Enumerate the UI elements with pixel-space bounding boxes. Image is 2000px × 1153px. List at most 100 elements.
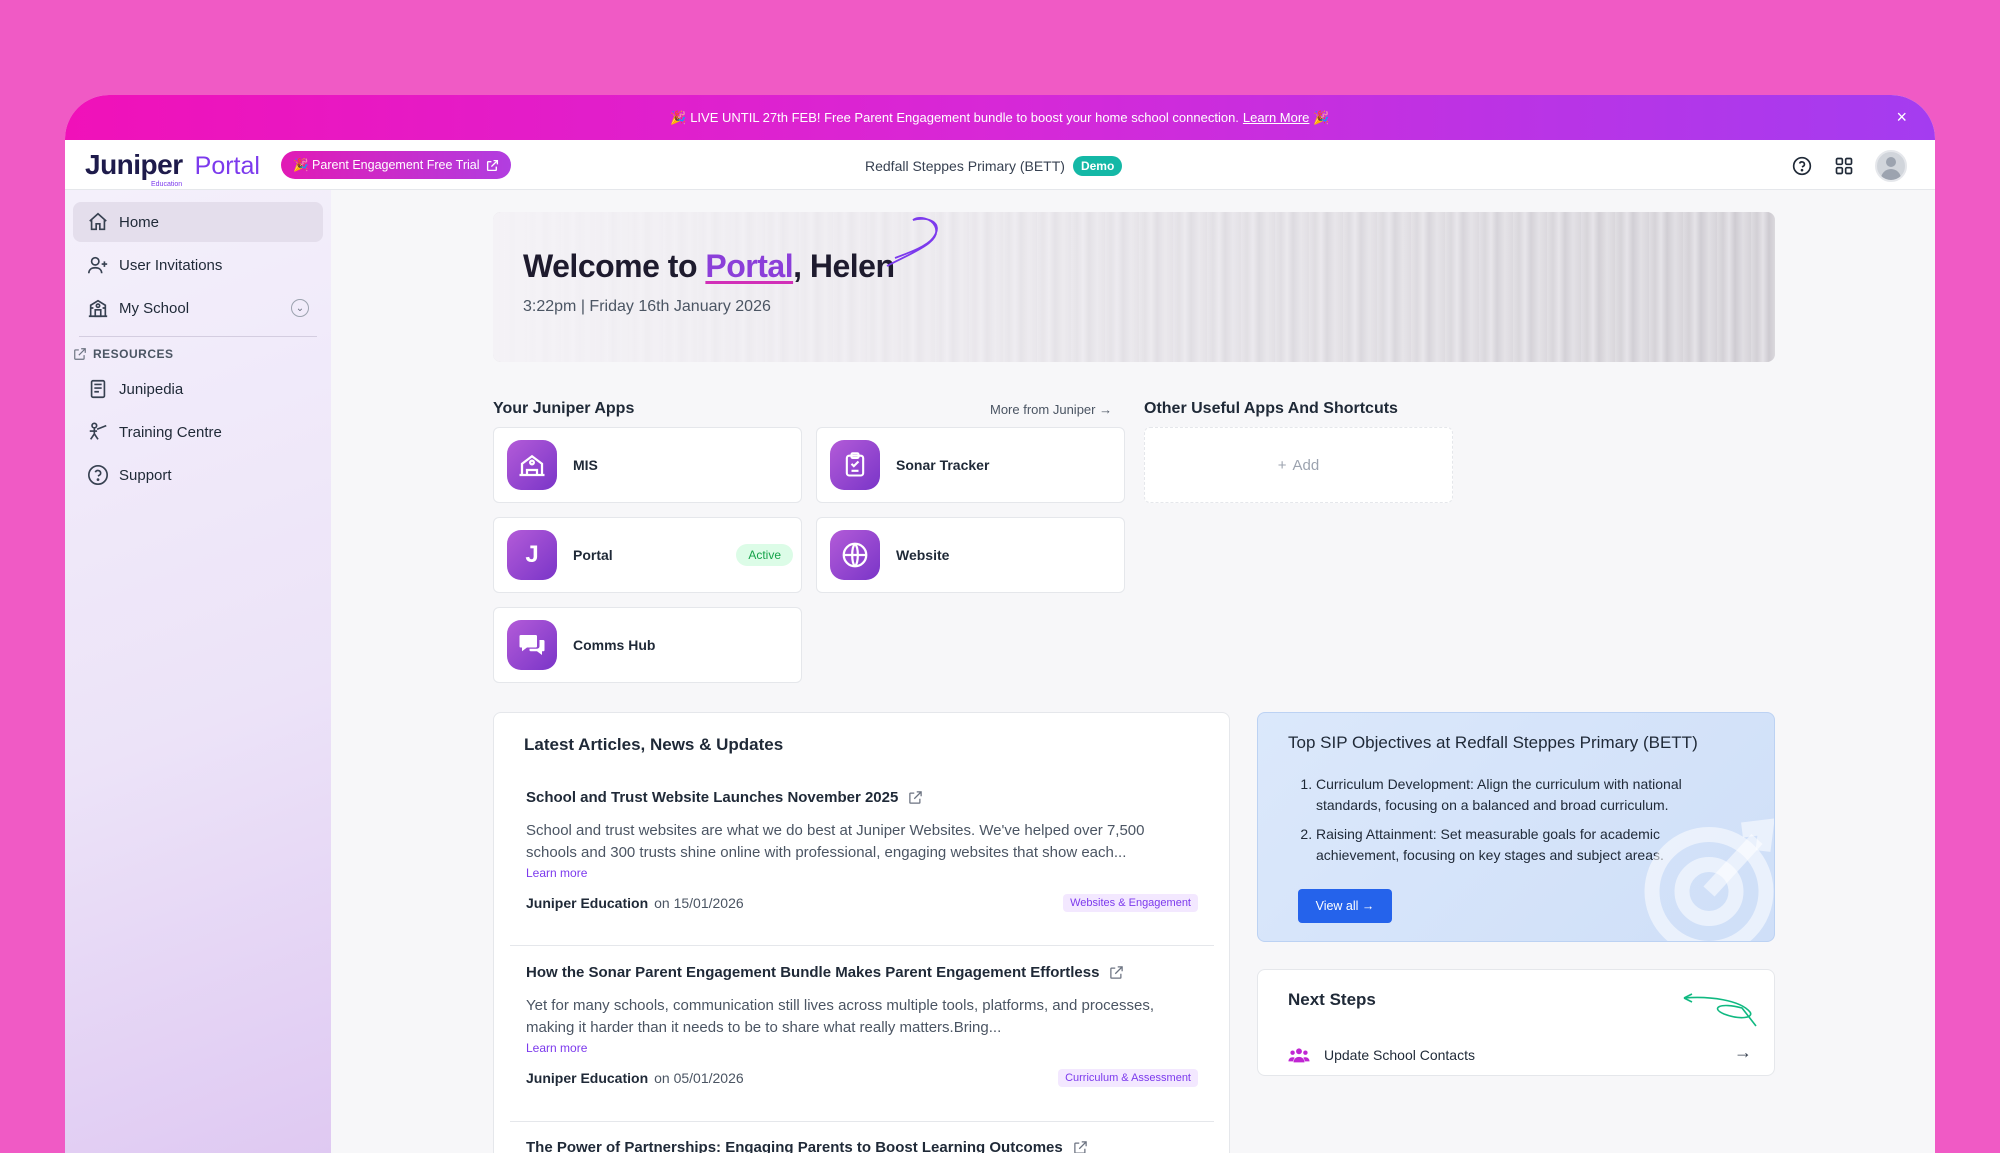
article-divider: [510, 945, 1214, 946]
next-step-update-contacts[interactable]: Update School Contacts: [1288, 1044, 1475, 1066]
more-from-juniper-link[interactable]: More from Juniper →: [990, 402, 1112, 417]
external-link-icon: [486, 159, 498, 171]
article-item: How the Sonar Parent Engagement Bundle M…: [510, 964, 1214, 1087]
banner-learn-more-link[interactable]: Learn More: [1243, 110, 1309, 125]
add-shortcut-button[interactable]: + Add: [1144, 427, 1453, 503]
clipboard-icon: [830, 440, 880, 490]
article-meta: Juniper Education on 15/01/2026 Websites…: [526, 894, 1198, 912]
app-card-mis[interactable]: MIS: [493, 427, 802, 503]
app-name: MIS: [573, 457, 598, 473]
next-steps-panel: Next Steps Update School Contacts →: [1257, 969, 1775, 1076]
sidebar-item-home[interactable]: Home: [73, 202, 323, 242]
app-grid-icon[interactable]: [1833, 155, 1855, 177]
article-date: on 15/01/2026: [654, 895, 744, 911]
sidebar-item-label: My School: [119, 299, 190, 317]
view-all-button[interactable]: View all →: [1298, 889, 1392, 923]
article-title-link[interactable]: School and Trust Website Launches Novemb…: [526, 789, 1198, 806]
article-date: on 05/01/2026: [654, 1070, 744, 1086]
banner-text: 🎉 LIVE UNTIL 27th FEB! Free Parent Engag…: [670, 109, 1239, 125]
sidebar-item-my-school[interactable]: My School ⌄: [73, 288, 323, 328]
app-card-comms-hub[interactable]: Comms Hub: [493, 607, 802, 683]
school-icon: [88, 299, 108, 318]
article-title: School and Trust Website Launches Novemb…: [526, 789, 899, 806]
juniper-logo[interactable]: Juniper Education Portal: [85, 149, 260, 188]
banner-emoji: 🎉: [1313, 109, 1330, 125]
app-name: Sonar Tracker: [896, 457, 990, 473]
decorative-arrow-swirl-icon: [1683, 993, 1757, 1027]
chat-bubbles-icon: [507, 620, 557, 670]
sidebar-item-support[interactable]: Support: [73, 455, 323, 495]
shortcuts-section-title: Other Useful Apps And Shortcuts: [1144, 400, 1398, 417]
globe-icon: [830, 530, 880, 580]
article-title: The Power of Partnerships: Engaging Pare…: [526, 1139, 1063, 1153]
article-author: Juniper Education: [526, 895, 649, 911]
sidebar-item-label: Support: [119, 466, 172, 484]
article-divider: [510, 1121, 1214, 1122]
portal-j-icon: J: [507, 530, 557, 580]
school-name: Redfall Steppes Primary (BETT): [865, 158, 1065, 174]
close-banner-button[interactable]: ×: [1896, 107, 1907, 128]
article-meta: Juniper Education on 05/01/2026 Curricul…: [526, 1069, 1198, 1087]
active-badge: Active: [736, 544, 793, 566]
sidebar-item-label: Home: [119, 213, 160, 231]
next-step-label: Update School Contacts: [1324, 1047, 1475, 1063]
sidebar-item-training-centre[interactable]: Training Centre: [73, 412, 323, 452]
article-summary: Yet for many schools, communication stil…: [526, 997, 1155, 1036]
next-steps-title: Next Steps: [1288, 990, 1376, 1009]
sidebar-item-junipedia[interactable]: Junipedia: [73, 369, 323, 409]
articles-panel: Latest Articles, News & Updates School a…: [493, 712, 1230, 1153]
external-link-icon: [1074, 1141, 1087, 1153]
sip-objectives-panel: Top SIP Objectives at Redfall Steppes Pr…: [1257, 712, 1775, 942]
app-card-portal[interactable]: J Portal Active: [493, 517, 802, 593]
sidebar-divider: [79, 336, 317, 337]
add-label: Add: [1292, 456, 1320, 474]
apps-section-title: Your Juniper Apps: [493, 400, 635, 417]
logo-wordmark: Juniper: [85, 149, 183, 180]
welcome-hero: Welcome to Portal, Helen 3:22pm | Friday…: [493, 212, 1775, 362]
top-icons: [1791, 150, 1907, 182]
sidebar-item-label: Training Centre: [119, 423, 222, 441]
external-link-icon: [74, 348, 86, 360]
external-link-icon: [909, 791, 923, 804]
app-name: Website: [896, 547, 950, 563]
user-avatar[interactable]: [1875, 150, 1907, 182]
article-tag[interactable]: Curriculum & Assessment: [1058, 1069, 1198, 1087]
school-selector[interactable]: Redfall Steppes Primary (BETT) Demo: [865, 156, 1123, 176]
next-step-arrow-icon[interactable]: →: [1734, 1042, 1752, 1063]
logo-subtext: Education: [151, 181, 183, 188]
sidebar: Home User Invitations My School ⌄ RESOUR…: [65, 190, 331, 1153]
articles-title: Latest Articles, News & Updates: [524, 735, 784, 754]
welcome-highlight: Portal: [705, 248, 794, 284]
sip-title: Top SIP Objectives at Redfall Steppes Pr…: [1288, 733, 1698, 752]
book-icon: [90, 379, 106, 399]
sidebar-item-label: Junipedia: [119, 380, 184, 398]
add-user-icon: [88, 256, 108, 274]
learn-more-link[interactable]: Learn more: [526, 1041, 1198, 1055]
article-title-link[interactable]: The Power of Partnerships: Engaging Pare…: [526, 1139, 1198, 1153]
resources-label-text: RESOURCES: [93, 347, 174, 361]
article-item: School and Trust Website Launches Novemb…: [510, 789, 1214, 912]
article-tag[interactable]: Websites & Engagement: [1063, 894, 1198, 912]
app-card-website[interactable]: Website: [816, 517, 1125, 593]
trial-label: 🎉 Parent Engagement Free Trial: [293, 157, 480, 172]
external-link-icon: [1110, 966, 1124, 979]
article-title: How the Sonar Parent Engagement Bundle M…: [526, 964, 1100, 981]
top-bar: Juniper Education Portal 🎉 Parent Engage…: [65, 140, 1935, 190]
free-trial-button[interactable]: 🎉 Parent Engagement Free Trial: [281, 151, 511, 179]
learn-more-link[interactable]: Learn more: [526, 866, 1198, 880]
demo-badge: Demo: [1072, 156, 1123, 176]
sidebar-item-user-invitations[interactable]: User Invitations: [73, 245, 323, 285]
sidebar-item-label: User Invitations: [119, 256, 223, 274]
promo-banner: 🎉 LIVE UNTIL 27th FEB! Free Parent Engag…: [65, 95, 1935, 140]
help-icon[interactable]: [1791, 155, 1813, 177]
welcome-suffix: , Helen: [793, 248, 895, 284]
app-name: Portal: [573, 547, 613, 563]
welcome-prefix: Welcome to: [523, 248, 706, 284]
help-icon: [88, 465, 108, 485]
app-name: Comms Hub: [573, 637, 656, 653]
article-title-link[interactable]: How the Sonar Parent Engagement Bundle M…: [526, 964, 1198, 981]
app-card-sonar-tracker[interactable]: Sonar Tracker: [816, 427, 1125, 503]
article-author: Juniper Education: [526, 1070, 649, 1086]
chevron-down-icon[interactable]: ⌄: [291, 299, 309, 317]
target-decoration-icon: [1644, 818, 1774, 941]
